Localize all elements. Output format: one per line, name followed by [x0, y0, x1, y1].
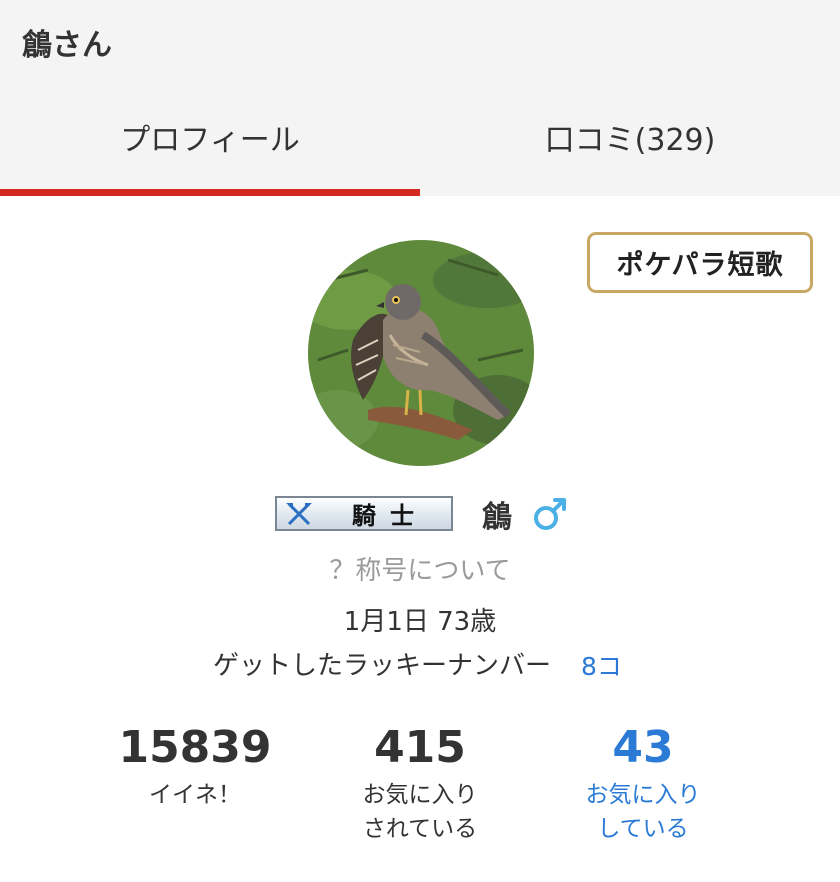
tab-reviews[interactable]: 口コミ(329)	[420, 96, 840, 196]
favoriting-stat[interactable]: 43 お気に入り している	[548, 722, 738, 846]
page-title: 鶬さん	[22, 28, 112, 63]
lucky-number-label: ゲットしたラッキーナンバー	[213, 651, 552, 681]
header: 鶬さん プロフィール 口コミ(329)	[0, 0, 840, 196]
rank-title-badge: 騎士	[275, 496, 453, 531]
male-icon	[534, 498, 566, 530]
favorited-by-label: お気に入り されている	[325, 778, 515, 846]
lucky-number-count-link[interactable]: 8コ	[581, 647, 622, 683]
avatar[interactable]	[308, 240, 534, 466]
crossed-axes-icon	[277, 498, 321, 529]
title-help-link[interactable]: ？称号について	[0, 550, 840, 587]
rank-title-text: 騎士	[352, 501, 428, 530]
tab-bar: プロフィール 口コミ(329)	[0, 96, 840, 196]
favorited-by-count: 415	[374, 722, 466, 773]
tab-profile[interactable]: プロフィール	[0, 96, 420, 196]
favoriting-label-line2[interactable]: している	[548, 812, 738, 846]
user-name: 鶬	[482, 500, 512, 535]
likes-count: 15839	[118, 722, 272, 773]
avatar-hawk-photo	[308, 240, 534, 466]
likes-stat: 15839 イイネ！	[100, 722, 290, 812]
favorited-by-label-line2: されている	[362, 816, 478, 842]
favoriting-label[interactable]: お気に入り している	[548, 778, 738, 846]
favorited-by-stat: 415 お気に入り されている	[325, 722, 515, 846]
pokepara-tanka-button[interactable]: ポケパラ短歌	[587, 232, 813, 293]
birthday-age: 1月1日 73歳	[343, 607, 497, 637]
favoriting-count[interactable]: 43	[548, 722, 738, 774]
likes-label: イイネ！	[149, 782, 241, 808]
favoriting-label-line1[interactable]: お気に入り	[548, 778, 738, 812]
favorited-by-label-line1: お気に入り	[362, 782, 478, 808]
